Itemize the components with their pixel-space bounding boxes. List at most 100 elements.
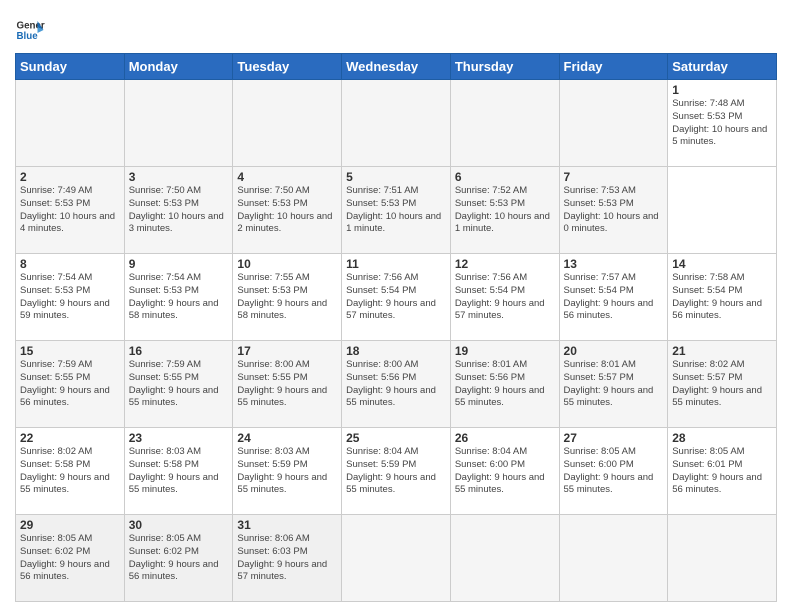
day-cell: [342, 515, 451, 602]
col-header-monday: Monday: [124, 54, 233, 80]
day-number: 26: [455, 431, 555, 445]
week-row-5: 22Sunrise: 8:02 AMSunset: 5:58 PMDayligh…: [16, 428, 777, 515]
day-detail: Sunrise: 7:54 AMSunset: 5:53 PMDaylight:…: [20, 272, 120, 323]
day-detail: Sunrise: 7:56 AMSunset: 5:54 PMDaylight:…: [346, 272, 446, 323]
day-number: 16: [129, 344, 229, 358]
week-row-3: 8Sunrise: 7:54 AMSunset: 5:53 PMDaylight…: [16, 254, 777, 341]
day-detail: Sunrise: 7:48 AMSunset: 5:53 PMDaylight:…: [672, 98, 772, 149]
day-detail: Sunrise: 8:02 AMSunset: 5:57 PMDaylight:…: [672, 359, 772, 410]
header: General Blue: [15, 15, 777, 45]
day-cell: 18Sunrise: 8:00 AMSunset: 5:56 PMDayligh…: [342, 341, 451, 428]
day-detail: Sunrise: 7:56 AMSunset: 5:54 PMDaylight:…: [455, 272, 555, 323]
day-cell: [124, 80, 233, 167]
day-detail: Sunrise: 7:59 AMSunset: 5:55 PMDaylight:…: [129, 359, 229, 410]
day-number: 31: [237, 518, 337, 532]
day-cell: 17Sunrise: 8:00 AMSunset: 5:55 PMDayligh…: [233, 341, 342, 428]
day-cell: 7Sunrise: 7:53 AMSunset: 5:53 PMDaylight…: [559, 167, 668, 254]
day-detail: Sunrise: 7:55 AMSunset: 5:53 PMDaylight:…: [237, 272, 337, 323]
day-cell: 26Sunrise: 8:04 AMSunset: 6:00 PMDayligh…: [450, 428, 559, 515]
day-cell: 19Sunrise: 8:01 AMSunset: 5:56 PMDayligh…: [450, 341, 559, 428]
day-detail: Sunrise: 7:53 AMSunset: 5:53 PMDaylight:…: [564, 185, 664, 236]
day-number: 9: [129, 257, 229, 271]
day-detail: Sunrise: 7:52 AMSunset: 5:53 PMDaylight:…: [455, 185, 555, 236]
day-detail: Sunrise: 8:01 AMSunset: 5:56 PMDaylight:…: [455, 359, 555, 410]
day-number: 20: [564, 344, 664, 358]
day-cell: 20Sunrise: 8:01 AMSunset: 5:57 PMDayligh…: [559, 341, 668, 428]
col-header-tuesday: Tuesday: [233, 54, 342, 80]
day-cell: 16Sunrise: 7:59 AMSunset: 5:55 PMDayligh…: [124, 341, 233, 428]
day-detail: Sunrise: 7:51 AMSunset: 5:53 PMDaylight:…: [346, 185, 446, 236]
day-detail: Sunrise: 7:50 AMSunset: 5:53 PMDaylight:…: [237, 185, 337, 236]
day-number: 22: [20, 431, 120, 445]
day-number: 1: [672, 83, 772, 97]
day-cell: [16, 80, 125, 167]
day-detail: Sunrise: 8:04 AMSunset: 6:00 PMDaylight:…: [455, 446, 555, 497]
day-number: 12: [455, 257, 555, 271]
week-row-2: 2Sunrise: 7:49 AMSunset: 5:53 PMDaylight…: [16, 167, 777, 254]
day-detail: Sunrise: 7:57 AMSunset: 5:54 PMDaylight:…: [564, 272, 664, 323]
header-row: SundayMondayTuesdayWednesdayThursdayFrid…: [16, 54, 777, 80]
day-detail: Sunrise: 8:05 AMSunset: 6:02 PMDaylight:…: [129, 533, 229, 584]
day-number: 15: [20, 344, 120, 358]
day-cell: 3Sunrise: 7:50 AMSunset: 5:53 PMDaylight…: [124, 167, 233, 254]
day-number: 24: [237, 431, 337, 445]
day-cell: [559, 515, 668, 602]
day-detail: Sunrise: 8:04 AMSunset: 5:59 PMDaylight:…: [346, 446, 446, 497]
week-row-6: 29Sunrise: 8:05 AMSunset: 6:02 PMDayligh…: [16, 515, 777, 602]
day-number: 5: [346, 170, 446, 184]
page: General Blue SundayMondayTuesdayWednesda…: [0, 0, 792, 612]
day-cell: [450, 515, 559, 602]
day-detail: Sunrise: 8:05 AMSunset: 6:02 PMDaylight:…: [20, 533, 120, 584]
day-cell: [233, 80, 342, 167]
day-detail: Sunrise: 8:00 AMSunset: 5:56 PMDaylight:…: [346, 359, 446, 410]
day-detail: Sunrise: 7:49 AMSunset: 5:53 PMDaylight:…: [20, 185, 120, 236]
day-cell: 22Sunrise: 8:02 AMSunset: 5:58 PMDayligh…: [16, 428, 125, 515]
day-number: 6: [455, 170, 555, 184]
day-cell: [450, 80, 559, 167]
svg-text:Blue: Blue: [17, 31, 39, 42]
day-cell: 25Sunrise: 8:04 AMSunset: 5:59 PMDayligh…: [342, 428, 451, 515]
col-header-friday: Friday: [559, 54, 668, 80]
col-header-sunday: Sunday: [16, 54, 125, 80]
day-cell: 28Sunrise: 8:05 AMSunset: 6:01 PMDayligh…: [668, 428, 777, 515]
day-number: 14: [672, 257, 772, 271]
day-detail: Sunrise: 7:59 AMSunset: 5:55 PMDaylight:…: [20, 359, 120, 410]
day-number: 21: [672, 344, 772, 358]
day-cell: 14Sunrise: 7:58 AMSunset: 5:54 PMDayligh…: [668, 254, 777, 341]
day-number: 28: [672, 431, 772, 445]
col-header-saturday: Saturday: [668, 54, 777, 80]
day-cell: [342, 80, 451, 167]
day-cell: 8Sunrise: 7:54 AMSunset: 5:53 PMDaylight…: [16, 254, 125, 341]
day-detail: Sunrise: 8:00 AMSunset: 5:55 PMDaylight:…: [237, 359, 337, 410]
day-number: 4: [237, 170, 337, 184]
day-detail: Sunrise: 7:54 AMSunset: 5:53 PMDaylight:…: [129, 272, 229, 323]
day-number: 30: [129, 518, 229, 532]
day-cell: 21Sunrise: 8:02 AMSunset: 5:57 PMDayligh…: [668, 341, 777, 428]
week-row-4: 15Sunrise: 7:59 AMSunset: 5:55 PMDayligh…: [16, 341, 777, 428]
calendar-table: SundayMondayTuesdayWednesdayThursdayFrid…: [15, 53, 777, 602]
logo-icon: General Blue: [15, 15, 45, 45]
day-cell: 12Sunrise: 7:56 AMSunset: 5:54 PMDayligh…: [450, 254, 559, 341]
day-cell: 24Sunrise: 8:03 AMSunset: 5:59 PMDayligh…: [233, 428, 342, 515]
day-cell: 9Sunrise: 7:54 AMSunset: 5:53 PMDaylight…: [124, 254, 233, 341]
day-number: 2: [20, 170, 120, 184]
day-detail: Sunrise: 7:58 AMSunset: 5:54 PMDaylight:…: [672, 272, 772, 323]
day-cell: 5Sunrise: 7:51 AMSunset: 5:53 PMDaylight…: [342, 167, 451, 254]
day-cell: 1Sunrise: 7:48 AMSunset: 5:53 PMDaylight…: [668, 80, 777, 167]
day-cell: 2Sunrise: 7:49 AMSunset: 5:53 PMDaylight…: [16, 167, 125, 254]
day-number: 19: [455, 344, 555, 358]
day-cell: 30Sunrise: 8:05 AMSunset: 6:02 PMDayligh…: [124, 515, 233, 602]
day-detail: Sunrise: 8:05 AMSunset: 6:01 PMDaylight:…: [672, 446, 772, 497]
day-cell: [559, 80, 668, 167]
day-number: 17: [237, 344, 337, 358]
day-number: 8: [20, 257, 120, 271]
day-cell: 4Sunrise: 7:50 AMSunset: 5:53 PMDaylight…: [233, 167, 342, 254]
week-row-1: 1Sunrise: 7:48 AMSunset: 5:53 PMDaylight…: [16, 80, 777, 167]
day-cell: [668, 515, 777, 602]
day-number: 23: [129, 431, 229, 445]
day-cell: 15Sunrise: 7:59 AMSunset: 5:55 PMDayligh…: [16, 341, 125, 428]
day-cell: 27Sunrise: 8:05 AMSunset: 6:00 PMDayligh…: [559, 428, 668, 515]
day-cell: 13Sunrise: 7:57 AMSunset: 5:54 PMDayligh…: [559, 254, 668, 341]
day-detail: Sunrise: 8:03 AMSunset: 5:59 PMDaylight:…: [237, 446, 337, 497]
day-detail: Sunrise: 7:50 AMSunset: 5:53 PMDaylight:…: [129, 185, 229, 236]
